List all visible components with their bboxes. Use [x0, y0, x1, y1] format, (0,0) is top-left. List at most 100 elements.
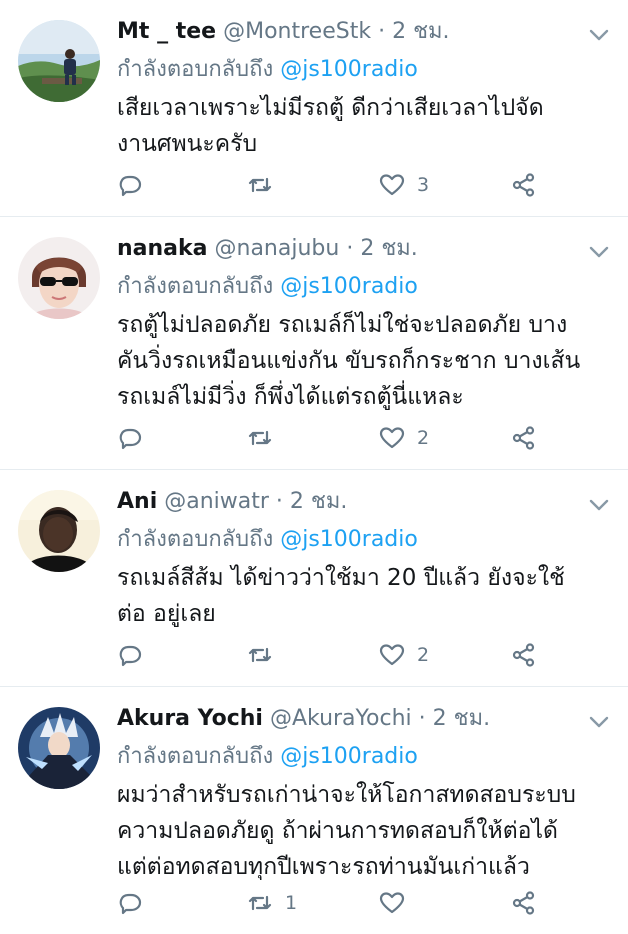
- retweet-count: 1: [285, 892, 298, 914]
- user-handle[interactable]: @nanajubu: [215, 236, 340, 261]
- display-name[interactable]: Ani: [117, 489, 157, 514]
- share-button[interactable]: [511, 423, 537, 453]
- replying-label: กำลังตอบกลับถึง: [117, 527, 274, 552]
- replying-to: กำลังตอบกลับถึง @js100radio: [117, 269, 610, 305]
- like-button[interactable]: 2: [379, 423, 429, 453]
- heart-icon: [379, 427, 405, 449]
- retweet-button[interactable]: [247, 423, 285, 453]
- tweet-text-line: ความปลอดภัยดู ถ้าผ่านการทดสอบก็ให้ต่อได้: [117, 818, 558, 844]
- heart-icon: [379, 174, 405, 196]
- separator: ·: [346, 236, 354, 261]
- user-handle[interactable]: @MontreeStk: [223, 19, 371, 44]
- tweet[interactable]: Akura Yochi @AkuraYochi · 2 ชม. กำลังตอบ…: [0, 687, 628, 934]
- tweet-text-line: รถเมล์สีส้ม ได้ข่าวว่าใช้มา 20 ปีแล้ว ยั…: [117, 565, 565, 591]
- retweet-button[interactable]: 1: [247, 888, 297, 918]
- tweet-header: Ani @aniwatr · 2 ชม.: [117, 482, 610, 522]
- replying-label: กำลังตอบกลับถึง: [117, 744, 274, 769]
- display-name[interactable]: nanaka: [117, 236, 208, 261]
- retweet-icon: [248, 430, 272, 446]
- tweet[interactable]: nanaka @nanajubu · 2 ชม. กำลังตอบกลับถึง…: [0, 217, 628, 470]
- tweet-text: รถตู้ไม่ปลอดภัย รถเมล์ก็ไม่ใช่จะปลอดภัย …: [117, 307, 610, 415]
- reply-button[interactable]: [117, 888, 143, 918]
- chevron-down-icon[interactable]: [588, 496, 610, 514]
- like-button[interactable]: 2: [379, 640, 429, 670]
- chevron-down-icon[interactable]: [588, 26, 610, 44]
- timestamp[interactable]: 2 ชม.: [290, 489, 347, 514]
- reply-button[interactable]: [117, 423, 143, 453]
- share-icon: [512, 173, 535, 197]
- reply-button[interactable]: [117, 170, 143, 200]
- tweet-text-line: คันวิ่งรถเหมือนแข่งกัน ขับรถก็กระชาก บาง…: [117, 348, 581, 374]
- tweet-text-line: งานศพนะครับ: [117, 131, 258, 157]
- tweet-actions: 1: [117, 888, 547, 918]
- timestamp[interactable]: 2 ชม.: [360, 236, 417, 261]
- share-icon: [512, 891, 535, 915]
- retweet-icon: [248, 177, 272, 193]
- display-name[interactable]: Akura Yochi: [117, 706, 263, 731]
- reply-icon: [119, 428, 142, 450]
- mention-link[interactable]: @js100radio: [280, 57, 418, 82]
- tweet-content: Mt _ tee @MontreeStk · 2 ชม. กำลังตอบกลั…: [117, 12, 610, 162]
- timestamp[interactable]: 2 ชม.: [392, 19, 449, 44]
- retweet-icon: [248, 647, 272, 663]
- sunglasses-person-avatar: [18, 237, 100, 319]
- replying-to: กำลังตอบกลับถึง @js100radio: [117, 522, 610, 558]
- share-icon: [512, 643, 535, 667]
- share-button[interactable]: [511, 888, 537, 918]
- tweet-header: Akura Yochi @AkuraYochi · 2 ชม.: [117, 699, 610, 739]
- avatar[interactable]: [18, 20, 100, 102]
- tweet[interactable]: Ani @aniwatr · 2 ชม. กำลังตอบกลับถึง @js…: [0, 470, 628, 687]
- share-button[interactable]: [511, 170, 537, 200]
- tweet-text-line: ผมว่าสำหรับรถเก่าน่าจะให้โอกาสทดสอบระบบ: [117, 782, 576, 808]
- separator: ·: [418, 706, 426, 731]
- share-button[interactable]: [511, 640, 537, 670]
- tweet-text-line: แต่ต่อทดสอบทุกปีเพราะรถท่านมันเก่าแล้ว: [117, 854, 530, 880]
- tweet-text-line: รถตู้ไม่ปลอดภัย รถเมล์ก็ไม่ใช่จะปลอดภัย …: [117, 312, 568, 338]
- anime-character-avatar: [18, 707, 100, 789]
- user-handle[interactable]: @aniwatr: [164, 489, 269, 514]
- avatar[interactable]: [18, 490, 100, 572]
- tweet[interactable]: Mt _ tee @MontreeStk · 2 ชม. กำลังตอบกลั…: [0, 0, 628, 217]
- tweet-actions: 2: [117, 423, 547, 453]
- avatar[interactable]: [18, 707, 100, 789]
- separator: ·: [378, 19, 386, 44]
- landscape-photo-avatar: [18, 20, 100, 102]
- chevron-down-icon[interactable]: [588, 713, 610, 731]
- display-name[interactable]: Mt _ tee: [117, 19, 216, 44]
- mention-link[interactable]: @js100radio: [280, 527, 418, 552]
- replying-to: กำลังตอบกลับถึง @js100radio: [117, 52, 610, 88]
- tweet-text-line: ต่อ อยู่เลย: [117, 601, 216, 627]
- tweet-header: Mt _ tee @MontreeStk · 2 ชม.: [117, 12, 610, 52]
- retweet-button[interactable]: [247, 170, 285, 200]
- like-button[interactable]: [379, 888, 417, 918]
- tweet-content: Akura Yochi @AkuraYochi · 2 ชม. กำลังตอบ…: [117, 699, 610, 885]
- tweet-text: เสียเวลาเพราะไม่มีรถตู้ ดีกว่าเสียเวลาไป…: [117, 90, 610, 162]
- chevron-down-icon[interactable]: [588, 243, 610, 261]
- share-icon: [512, 426, 535, 450]
- reply-feed: Mt _ tee @MontreeStk · 2 ชม. กำลังตอบกลั…: [0, 0, 628, 934]
- reply-icon: [119, 893, 142, 915]
- heart-icon: [379, 644, 405, 666]
- like-count: 2: [417, 644, 430, 666]
- retweet-icon: [248, 895, 272, 911]
- retweet-button[interactable]: [247, 640, 285, 670]
- reply-button[interactable]: [117, 640, 143, 670]
- replying-label: กำลังตอบกลับถึง: [117, 274, 274, 299]
- like-count: 2: [417, 427, 430, 449]
- user-handle[interactable]: @AkuraYochi: [270, 706, 412, 731]
- mention-link[interactable]: @js100radio: [280, 274, 418, 299]
- tweet-text-line: เสียเวลาเพราะไม่มีรถตู้ ดีกว่าเสียเวลาไป…: [117, 95, 544, 121]
- reply-icon: [119, 175, 142, 197]
- heart-icon: [379, 892, 405, 914]
- tweet-content: nanaka @nanajubu · 2 ชม. กำลังตอบกลับถึง…: [117, 229, 610, 415]
- tweet-text: รถเมล์สีส้ม ได้ข่าวว่าใช้มา 20 ปีแล้ว ยั…: [117, 560, 610, 632]
- reply-icon: [119, 645, 142, 667]
- mention-link[interactable]: @js100radio: [280, 744, 418, 769]
- timestamp[interactable]: 2 ชม.: [433, 706, 490, 731]
- avatar[interactable]: [18, 237, 100, 319]
- tweet-actions: 3: [117, 170, 547, 200]
- tweet-content: Ani @aniwatr · 2 ชม. กำลังตอบกลับถึง @js…: [117, 482, 610, 632]
- tweet-actions: 2: [117, 640, 547, 670]
- replying-to: กำลังตอบกลับถึง @js100radio: [117, 739, 610, 775]
- like-button[interactable]: 3: [379, 170, 429, 200]
